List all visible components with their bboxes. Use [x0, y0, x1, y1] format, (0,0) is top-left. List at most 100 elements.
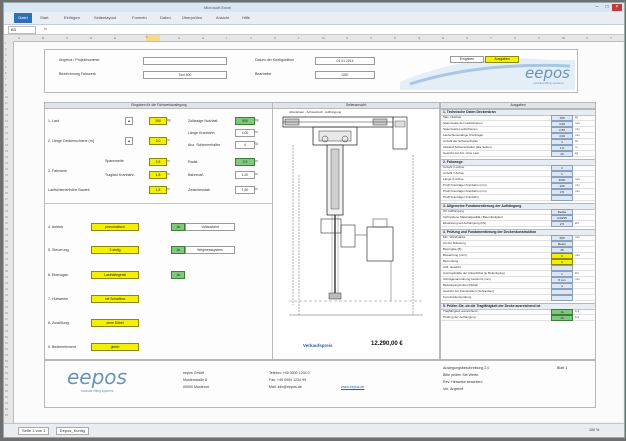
column-header[interactable]: W	[562, 36, 565, 40]
row-header[interactable]: 27	[5, 198, 8, 201]
row-header[interactable]: 63	[5, 414, 8, 417]
column-header[interactable]: S	[466, 36, 468, 40]
row-header[interactable]: 40	[5, 276, 8, 279]
row-header[interactable]: 13	[5, 114, 8, 117]
tab-view[interactable]: Ansicht	[216, 15, 229, 20]
row-header[interactable]: 5	[5, 66, 6, 69]
row-header[interactable]: 41	[5, 282, 8, 285]
row-header[interactable]: 42	[5, 288, 8, 291]
length-input[interactable]: 3,0	[149, 137, 167, 145]
column-header[interactable]: L	[298, 36, 300, 40]
row-header[interactable]: 51	[5, 342, 8, 345]
row-header[interactable]: 55	[5, 366, 8, 369]
minimize-icon[interactable]: –	[592, 4, 602, 11]
column-header-selected[interactable]: F	[146, 35, 160, 41]
row-header[interactable]: 28	[5, 204, 8, 207]
traglast-input[interactable]: 1,8	[149, 171, 167, 179]
row-header[interactable]: 60	[5, 396, 8, 399]
tab-layout[interactable]: Seitenlayout	[94, 15, 116, 20]
row-header[interactable]: 52	[5, 348, 8, 351]
row-header[interactable]: 35	[5, 246, 8, 249]
steuerung-check[interactable]: Ja	[171, 246, 185, 254]
row-header[interactable]: 15	[5, 126, 8, 129]
row-header[interactable]: 18	[5, 144, 8, 147]
row-header[interactable]: 12	[5, 108, 8, 111]
ebenogan-check[interactable]: Ja	[171, 271, 185, 279]
column-header[interactable]: D	[90, 36, 92, 40]
row-header[interactable]: 21	[5, 162, 8, 165]
bedien-select[interactable]: gleich	[91, 343, 139, 351]
row-header[interactable]: 9	[5, 90, 6, 93]
zustellung-select[interactable]: ohne Dübel	[91, 319, 139, 327]
row-header[interactable]: 6	[5, 72, 6, 75]
row-header[interactable]: 54	[5, 360, 8, 363]
row-header[interactable]: 26	[5, 192, 8, 195]
antrieb-extra[interactable]: Vollausfahrt	[185, 223, 235, 231]
function-icon[interactable]: fx	[44, 26, 47, 31]
column-header[interactable]: R	[442, 36, 444, 40]
row-header[interactable]: 23	[5, 174, 8, 177]
zoom-level[interactable]: 100 %	[589, 428, 599, 432]
row-header[interactable]: 59	[5, 390, 8, 393]
row-header[interactable]: 32	[5, 228, 8, 231]
file-tab[interactable]: Datei	[14, 13, 32, 23]
steuerung-select[interactable]: 2-stufig	[91, 246, 139, 254]
row-header[interactable]: 22	[5, 168, 8, 171]
row-header[interactable]: 62	[5, 408, 8, 411]
row-header[interactable]: 16	[5, 132, 8, 135]
row-header[interactable]: 20	[5, 156, 8, 159]
row-header[interactable]: 7	[5, 78, 6, 81]
project-input[interactable]	[143, 57, 227, 65]
editor-input[interactable]: GSE	[315, 71, 375, 79]
row-header[interactable]: 1	[5, 42, 6, 45]
row-header[interactable]: 30	[5, 216, 8, 219]
load-spinner[interactable]: ▲	[125, 117, 133, 125]
maximize-icon[interactable]: □	[602, 4, 612, 11]
tab-review[interactable]: Überprüfen	[182, 15, 202, 20]
sheet-tab-1[interactable]: Seite 1 von 1	[18, 427, 50, 435]
row-header[interactable]: 33	[5, 234, 8, 237]
hubwerke-select[interactable]: mit Schaltbox	[91, 295, 139, 303]
name-box[interactable]: B3	[8, 26, 36, 34]
row-header[interactable]: 38	[5, 264, 8, 267]
column-header[interactable]: T	[490, 36, 492, 40]
load-input[interactable]: 150	[149, 117, 167, 125]
column-header[interactable]: E	[114, 36, 116, 40]
row-header[interactable]: 39	[5, 270, 8, 273]
column-header[interactable]: C	[66, 36, 68, 40]
column-header[interactable]: X	[586, 36, 588, 40]
column-header[interactable]: M	[322, 36, 325, 40]
row-header[interactable]: 36	[5, 252, 8, 255]
tab-data[interactable]: Daten	[160, 15, 171, 20]
column-header[interactable]: H	[202, 36, 204, 40]
row-header[interactable]: 57	[5, 378, 8, 381]
antrieb-check[interactable]: Ja	[171, 223, 185, 231]
column-header[interactable]: Q	[418, 36, 420, 40]
row-header[interactable]: 29	[5, 210, 8, 213]
column-header[interactable]: I	[226, 36, 227, 40]
steuerung-extra[interactable]: Wegmesssystem	[185, 246, 235, 254]
row-header[interactable]: 46	[5, 312, 8, 315]
row-header[interactable]: 3	[5, 54, 6, 57]
row-header[interactable]: 11	[5, 102, 8, 105]
laufschiene-input[interactable]: 1,5	[149, 186, 167, 194]
row-header[interactable]: 19	[5, 150, 8, 153]
row-header[interactable]: 14	[5, 120, 8, 123]
row-header[interactable]: 25	[5, 186, 8, 189]
tab-help[interactable]: Hilfe	[242, 15, 250, 20]
row-header[interactable]: 56	[5, 372, 8, 375]
row-header[interactable]: 44	[5, 300, 8, 303]
desc-input[interactable]: Tool 500	[143, 71, 227, 79]
website-link[interactable]: www.eepos.de	[341, 385, 364, 389]
tab-start[interactable]: Start	[40, 15, 48, 20]
close-icon[interactable]: ×	[612, 4, 622, 11]
column-header[interactable]: N	[346, 36, 348, 40]
column-header[interactable]: A	[18, 36, 20, 40]
row-header[interactable]: 8	[5, 84, 6, 87]
row-header[interactable]: 49	[5, 330, 8, 333]
column-header[interactable]: P	[394, 36, 396, 40]
tab-formulas[interactable]: Formeln	[132, 15, 147, 20]
row-header[interactable]: 48	[5, 324, 8, 327]
row-header[interactable]: 24	[5, 180, 8, 183]
column-header[interactable]: V	[538, 36, 540, 40]
